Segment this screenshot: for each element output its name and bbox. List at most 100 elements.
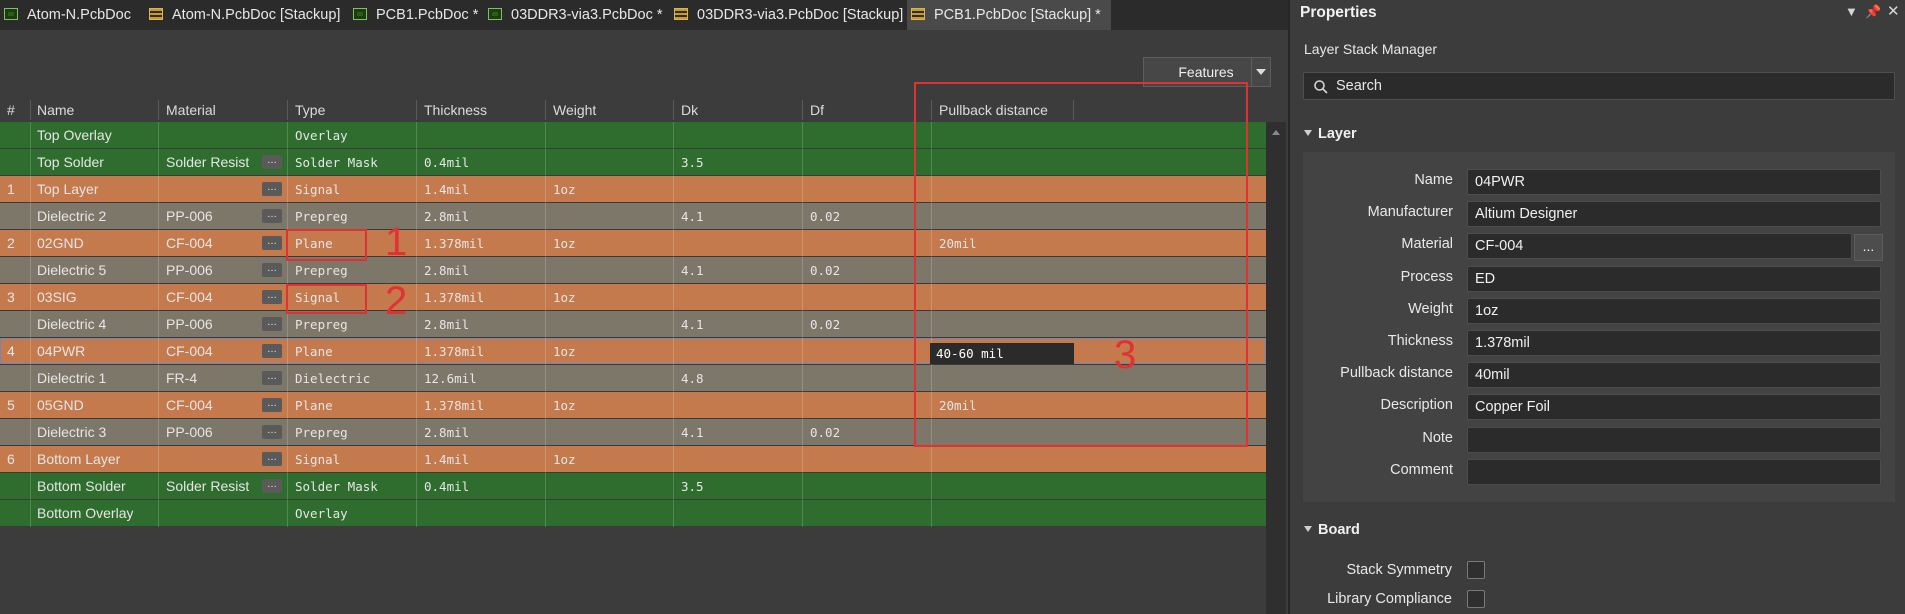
layer-name-cell[interactable]: Dielectric 3 xyxy=(37,419,106,446)
material-browse-button[interactable]: … xyxy=(262,182,282,196)
thickness-field[interactable]: 1.378mil xyxy=(1467,330,1881,356)
layer-name-cell[interactable]: 04PWR xyxy=(37,338,85,365)
thickness-cell[interactable]: 2.8mil xyxy=(424,257,469,284)
material-browse-button[interactable]: … xyxy=(262,344,282,358)
table-row[interactable]: Bottom Overlay Overlay xyxy=(0,500,1266,527)
thickness-cell[interactable]: 0.4mil xyxy=(424,149,469,176)
tab-03ddr3-stackup[interactable]: 03DDR3-via3.PcbDoc [Stackup] xyxy=(670,0,903,30)
row-number[interactable]: 5 xyxy=(7,392,15,419)
material-cell[interactable]: FR-4 xyxy=(166,365,197,392)
material-browse-button[interactable]: … xyxy=(262,371,282,385)
dk-cell[interactable]: 4.8 xyxy=(681,365,704,392)
layer-name-cell[interactable]: Dielectric 4 xyxy=(37,311,106,338)
material-cell[interactable]: CF-004 xyxy=(166,392,213,419)
type-cell[interactable]: Signal xyxy=(295,176,340,203)
layer-name-cell[interactable]: Bottom Layer xyxy=(37,446,120,473)
material-cell[interactable]: CF-004 xyxy=(166,284,213,311)
thickness-cell[interactable]: 2.8mil xyxy=(424,203,469,230)
weight-cell[interactable]: 1oz xyxy=(553,446,576,473)
features-dropdown-button[interactable] xyxy=(1251,57,1271,87)
weight-cell[interactable]: 1oz xyxy=(553,392,576,419)
material-cell[interactable]: PP-006 xyxy=(166,311,213,338)
tab-atom-n-stackup[interactable]: Atom-N.PcbDoc [Stackup] xyxy=(145,0,340,30)
material-browse-button[interactable]: … xyxy=(262,398,282,412)
layer-name-cell[interactable]: Bottom Solder xyxy=(37,473,126,500)
col-header-num[interactable]: # xyxy=(7,98,15,122)
material-browse-button[interactable]: … xyxy=(262,479,282,493)
tab-03ddr3-pcbdoc[interactable]: 03DDR3-via3.PcbDoc * xyxy=(484,0,663,30)
thickness-cell[interactable]: 1.4mil xyxy=(424,446,469,473)
type-cell[interactable]: Solder Mask xyxy=(295,149,378,176)
layer-name-cell[interactable]: Top Layer xyxy=(37,176,98,203)
row-number[interactable]: 2 xyxy=(7,230,15,257)
col-header-type[interactable]: Type xyxy=(295,98,325,122)
pullback-distance-field[interactable]: 40mil xyxy=(1467,362,1881,389)
scroll-up-icon[interactable] xyxy=(1272,130,1280,135)
layer-name-cell[interactable]: Dielectric 1 xyxy=(37,365,106,392)
type-cell[interactable]: Overlay xyxy=(295,500,348,527)
material-field[interactable]: CF-004 xyxy=(1467,233,1852,260)
material-browse-button[interactable]: … xyxy=(262,290,282,304)
search-input[interactable]: Search xyxy=(1303,72,1895,100)
material-browse-button[interactable]: … xyxy=(262,317,282,331)
row-number[interactable]: 1 xyxy=(7,176,15,203)
layer-name-cell[interactable]: 05GND xyxy=(37,392,84,419)
type-cell[interactable]: Solder Mask xyxy=(295,473,378,500)
thickness-cell[interactable]: 0.4mil xyxy=(424,473,469,500)
type-cell[interactable]: Prepreg xyxy=(295,419,348,446)
material-browse-button[interactable]: … xyxy=(262,209,282,223)
material-cell[interactable]: PP-006 xyxy=(166,419,213,446)
material-cell[interactable]: PP-006 xyxy=(166,257,213,284)
layer-name-cell[interactable]: Dielectric 2 xyxy=(37,203,106,230)
layer-name-cell[interactable]: Bottom Overlay xyxy=(37,500,133,527)
dk-cell[interactable]: 4.1 xyxy=(681,311,704,338)
thickness-cell[interactable]: 2.8mil xyxy=(424,419,469,446)
type-cell[interactable]: Plane xyxy=(295,338,333,365)
df-cell[interactable]: 0.02 xyxy=(810,203,840,230)
material-cell[interactable]: PP-006 xyxy=(166,203,213,230)
tab-pcb1-stackup[interactable]: PCB1.PcbDoc [Stackup] * xyxy=(907,0,1111,30)
df-cell[interactable]: 0.02 xyxy=(810,419,840,446)
row-number[interactable]: 3 xyxy=(7,284,15,311)
description-field[interactable]: Copper Foil xyxy=(1467,394,1881,421)
pin-icon[interactable]: 📌 xyxy=(1865,4,1881,20)
weight-cell[interactable]: 1oz xyxy=(553,176,576,203)
layer-name-cell[interactable]: Top Solder xyxy=(37,149,104,176)
manufacturer-field[interactable]: Altium Designer xyxy=(1467,201,1881,228)
tab-pcb1-pcbdoc[interactable]: PCB1.PcbDoc * xyxy=(349,0,478,30)
col-header-df[interactable]: Df xyxy=(810,98,824,122)
weight-cell[interactable]: 1oz xyxy=(553,338,576,365)
material-browse-button[interactable]: … xyxy=(262,425,282,439)
row-number[interactable]: 4 xyxy=(7,338,15,365)
material-browse-button[interactable]: ... xyxy=(1854,234,1883,261)
thickness-cell[interactable]: 1.4mil xyxy=(424,176,469,203)
layer-name-cell[interactable]: Dielectric 5 xyxy=(37,257,106,284)
board-section-header[interactable]: Board xyxy=(1304,522,1360,538)
col-header-name[interactable]: Name xyxy=(37,98,74,122)
library-compliance-checkbox[interactable] xyxy=(1467,590,1485,608)
table-row[interactable]: Bottom Solder Solder Resist Solder Mask 0.4… xyxy=(0,473,1266,500)
row-number[interactable]: 6 xyxy=(7,446,15,473)
layer-name-cell[interactable]: 03SIG xyxy=(37,284,77,311)
process-field[interactable]: ED xyxy=(1467,265,1881,292)
layer-name-cell[interactable]: Top Overlay xyxy=(37,122,112,149)
col-header-weight[interactable]: Weight xyxy=(553,98,596,122)
thickness-cell[interactable]: 1.378mil xyxy=(424,392,484,419)
note-field[interactable] xyxy=(1467,426,1881,453)
material-browse-button[interactable]: … xyxy=(262,452,282,466)
type-cell[interactable]: Dielectric xyxy=(295,365,370,392)
material-cell[interactable]: Solder Resist xyxy=(166,473,249,500)
thickness-cell[interactable]: 1.378mil xyxy=(424,338,484,365)
tab-atom-n-pcbdoc[interactable]: Atom-N.PcbDoc xyxy=(0,0,131,30)
layer-name-cell[interactable]: 02GND xyxy=(37,230,84,257)
col-header-dk[interactable]: Dk xyxy=(681,98,698,122)
material-browse-button[interactable]: … xyxy=(262,263,282,277)
type-cell[interactable]: Prepreg xyxy=(295,311,348,338)
thickness-cell[interactable]: 1.378mil xyxy=(424,230,484,257)
thickness-cell[interactable]: 1.378mil xyxy=(424,284,484,311)
type-cell[interactable]: Signal xyxy=(295,446,340,473)
table-row[interactable]: 6 Bottom Layer Signal 1.4mil 1oz … xyxy=(0,446,1266,473)
col-header-material[interactable]: Material xyxy=(166,98,216,122)
thickness-cell[interactable]: 12.6mil xyxy=(424,365,477,392)
dk-cell[interactable]: 4.1 xyxy=(681,257,704,284)
